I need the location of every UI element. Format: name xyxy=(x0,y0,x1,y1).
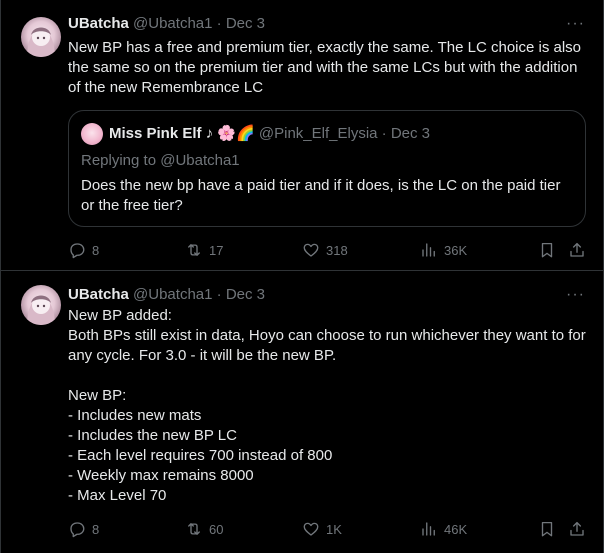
reply-count: 8 xyxy=(92,521,100,537)
share-icon xyxy=(570,521,584,536)
timeline: UBatcha @Ubatcha1 · Dec 3 ··· New BP has… xyxy=(0,0,604,553)
separator: · xyxy=(381,125,387,142)
share-button[interactable] xyxy=(568,240,586,260)
reply-icon xyxy=(70,522,85,538)
quote-text: Does the new bp have a paid tier and if … xyxy=(81,177,565,214)
action-bar: 8 17 318 36K xyxy=(68,240,588,260)
author-handle[interactable]: @Ubatcha1 xyxy=(133,15,212,32)
bookmark-icon xyxy=(541,521,553,537)
like-icon xyxy=(303,243,319,257)
like-count: 318 xyxy=(326,242,348,258)
repost-button[interactable]: 60 xyxy=(185,519,223,539)
more-icon[interactable]: ··· xyxy=(566,14,585,34)
tweet-header: UBatcha @Ubatcha1 · Dec 3 xyxy=(68,14,265,34)
separator: · xyxy=(216,15,222,32)
author-name[interactable]: UBatcha xyxy=(68,15,129,32)
tweet-text: New BP has a free and premium tier, exac… xyxy=(68,39,586,96)
quote-header: Miss Pink Elf ♪ 🌸🌈 @Pink_Elf_Elysia · De… xyxy=(109,124,430,144)
author-name[interactable]: UBatcha xyxy=(68,286,129,303)
action-bar: 8 60 1K 46K xyxy=(68,519,588,539)
views-count: 46K xyxy=(444,521,468,537)
reply-count: 8 xyxy=(92,242,100,258)
share-icon xyxy=(570,242,584,257)
repost-count: 17 xyxy=(209,242,224,258)
quoted-tweet[interactable]: Miss Pink Elf ♪ 🌸🌈 @Pink_Elf_Elysia · De… xyxy=(68,110,586,227)
views-count: 36K xyxy=(444,242,468,258)
repost-button[interactable]: 17 xyxy=(185,240,223,260)
separator: · xyxy=(216,286,222,303)
avatar-image xyxy=(27,27,55,57)
repost-icon xyxy=(188,523,200,535)
reply-button[interactable]: 8 xyxy=(68,240,99,260)
quote-avatar xyxy=(81,123,103,145)
quote-author-name: Miss Pink Elf ♪ 🌸🌈 xyxy=(109,125,255,142)
bookmark-icon xyxy=(541,242,553,258)
tweet-date[interactable]: Dec 3 xyxy=(226,15,265,32)
tweet-date[interactable]: Dec 3 xyxy=(226,286,265,303)
quote-author-handle: @Pink_Elf_Elysia xyxy=(258,125,378,142)
like-button[interactable]: 318 xyxy=(302,240,348,260)
repost-icon xyxy=(188,244,200,256)
views-icon xyxy=(422,522,435,536)
tweet-text: New BP added: Both BPs still exist in da… xyxy=(68,307,586,504)
bookmark-button[interactable] xyxy=(538,519,556,539)
reply-icon xyxy=(70,243,85,259)
quote-date: Dec 3 xyxy=(390,125,431,142)
replying-to: Replying to @Ubatcha1 xyxy=(81,152,240,169)
tweet[interactable]: UBatcha @Ubatcha1 · Dec 3 ··· New BP has… xyxy=(1,0,603,271)
repost-count: 60 xyxy=(209,521,224,537)
more-icon[interactable]: ··· xyxy=(566,285,585,305)
views-icon xyxy=(422,243,435,257)
like-button[interactable]: 1K xyxy=(302,519,342,539)
share-button[interactable] xyxy=(568,519,586,539)
tweet[interactable]: UBatcha @Ubatcha1 · Dec 3 ··· New BP add… xyxy=(1,271,603,553)
like-count: 1K xyxy=(326,521,342,537)
like-icon xyxy=(303,522,319,536)
author-handle[interactable]: @Ubatcha1 xyxy=(133,286,212,303)
avatar-image xyxy=(27,295,55,325)
reply-button[interactable]: 8 xyxy=(68,519,99,539)
avatar[interactable] xyxy=(21,285,61,325)
bookmark-button[interactable] xyxy=(538,240,556,260)
avatar[interactable] xyxy=(21,17,61,57)
views-button[interactable]: 36K xyxy=(420,240,467,260)
tweet-header: UBatcha @Ubatcha1 · Dec 3 xyxy=(68,285,265,305)
views-button[interactable]: 46K xyxy=(420,519,467,539)
